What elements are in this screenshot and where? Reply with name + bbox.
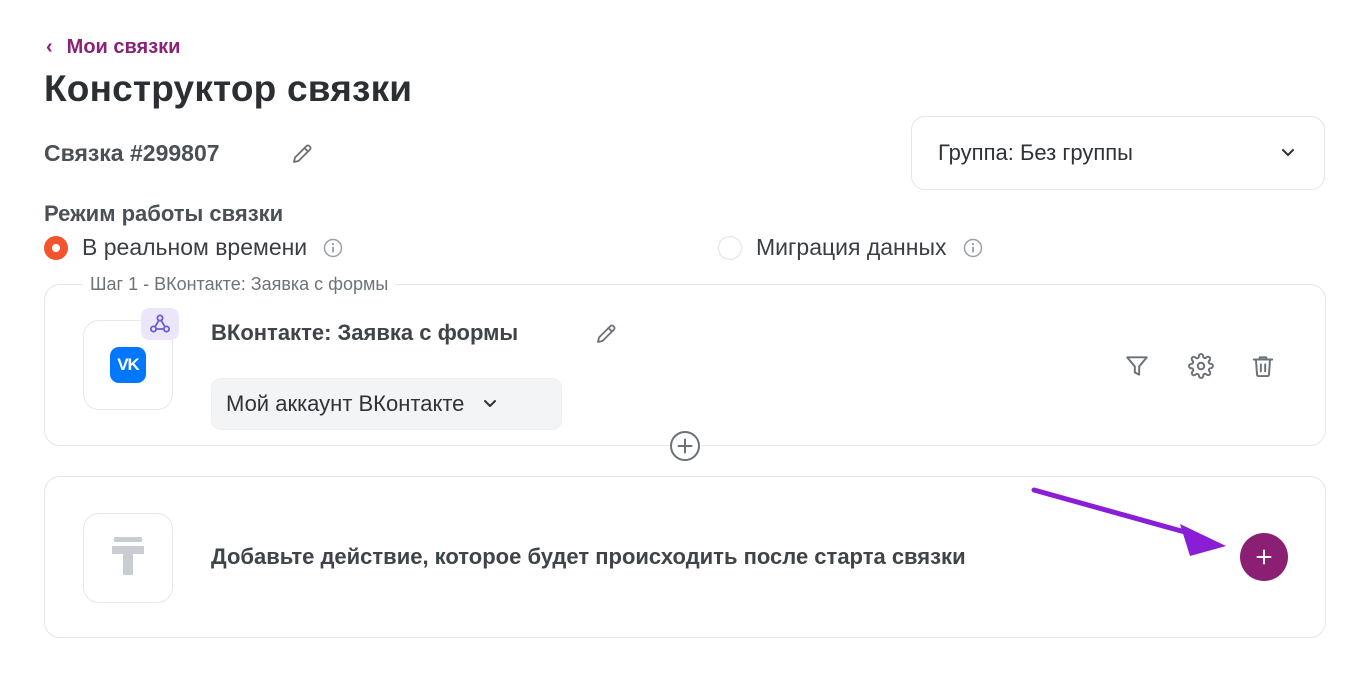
action-placeholder-tile: [83, 513, 173, 603]
chevron-down-icon: [1280, 140, 1296, 166]
placeholder-t-icon: [112, 536, 144, 580]
info-icon[interactable]: [323, 238, 343, 258]
link-name: Связка #299807: [44, 140, 220, 166]
webhook-icon: [141, 308, 179, 340]
gear-icon[interactable]: [1184, 349, 1218, 383]
mode-option-realtime[interactable]: В реальном времени: [44, 234, 343, 261]
add-action-button[interactable]: [1240, 533, 1288, 581]
add-step-between-button[interactable]: [669, 430, 701, 462]
trash-icon[interactable]: [1246, 349, 1280, 383]
filter-icon[interactable]: [1120, 349, 1154, 383]
step-name: ВКонтакте: Заявка с формы: [211, 320, 519, 345]
info-icon[interactable]: [963, 238, 983, 258]
add-action-prompt: Добавьте действие, которое будет происхо…: [211, 544, 966, 569]
step-legend: Шаг 1 - ВКонтакте: Заявка с формы: [82, 274, 397, 295]
mode-option-label: Миграция данных: [756, 234, 947, 260]
mode-title: Режим работы связки: [44, 201, 284, 226]
edit-step-name-icon[interactable]: [592, 320, 620, 348]
vk-logo-icon: VK: [110, 347, 146, 383]
mode-option-label: В реальном времени: [82, 234, 308, 260]
edit-link-name-icon[interactable]: [288, 140, 316, 168]
account-select-value: Мой аккаунт ВКонтакте: [226, 391, 465, 416]
back-link[interactable]: ‹ Мои связки: [46, 36, 180, 59]
page-title: Конструктор связки: [44, 68, 413, 109]
radio-unselected[interactable]: [718, 235, 742, 260]
back-link-label: Мои связки: [66, 36, 181, 58]
mode-option-migration[interactable]: Миграция данных: [718, 234, 983, 261]
chevron-left-icon: ‹: [46, 35, 53, 58]
radio-selected[interactable]: [44, 235, 68, 260]
annotation-arrow: [1031, 487, 1226, 556]
group-select-value: Группа: Без группы: [938, 140, 1133, 165]
group-select[interactable]: Группа: Без группы: [911, 116, 1325, 190]
chevron-down-icon: [482, 391, 498, 417]
account-select[interactable]: Мой аккаунт ВКонтакте: [211, 378, 562, 430]
